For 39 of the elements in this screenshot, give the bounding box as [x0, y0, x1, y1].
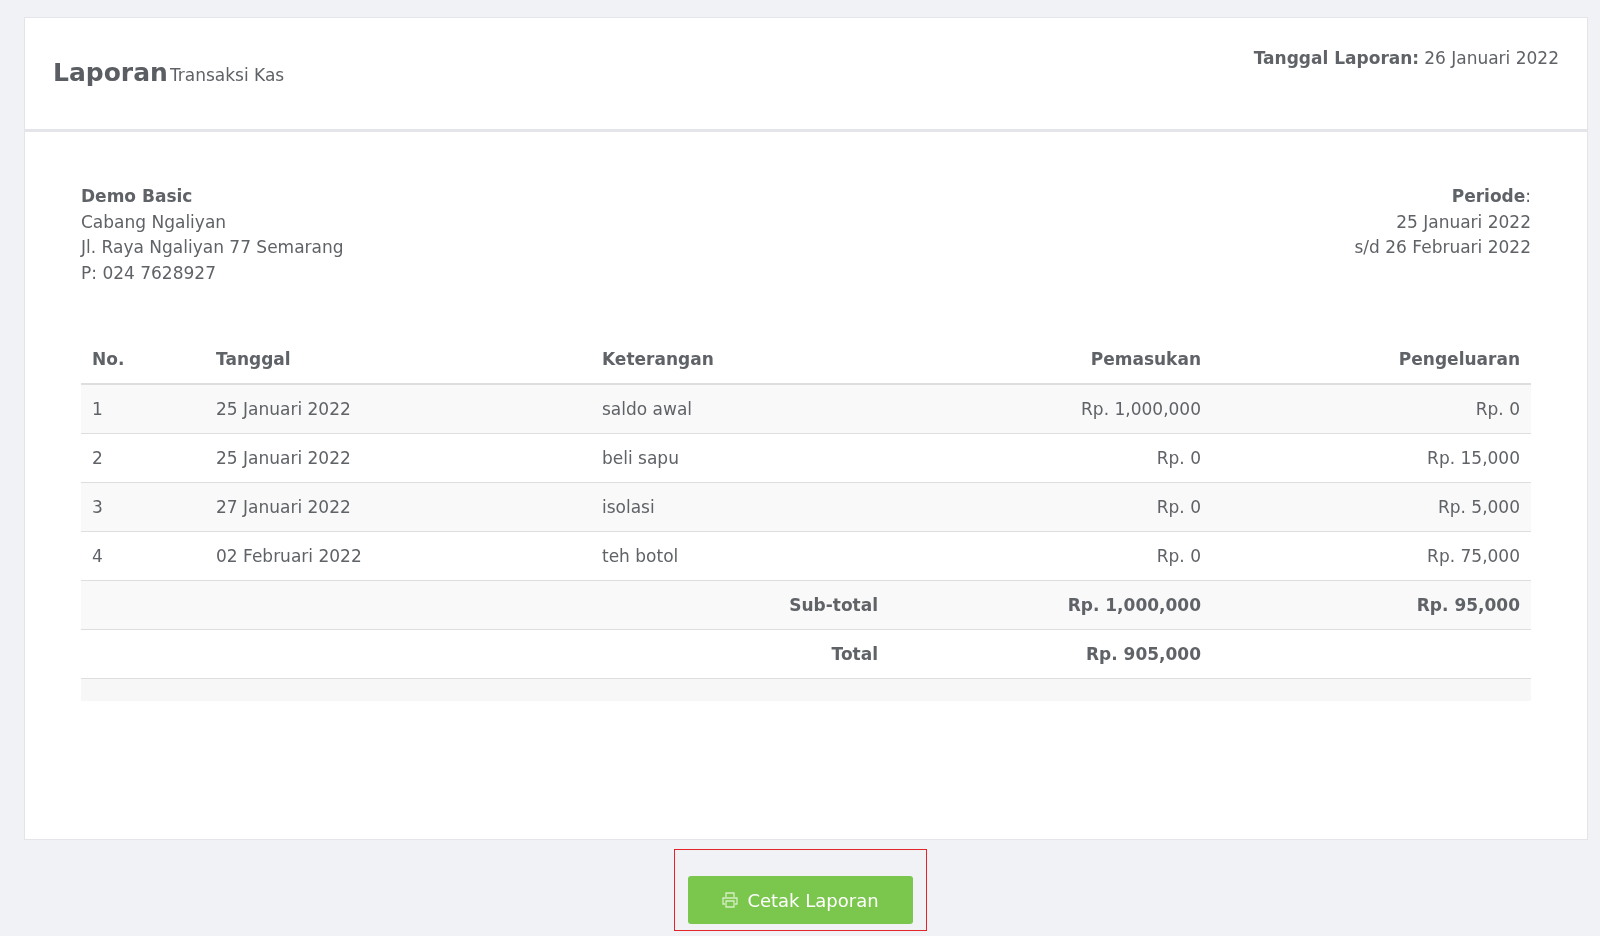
table-cell: Rp. 5,000 [1212, 482, 1531, 532]
subtotal-label: Sub-total [591, 580, 889, 630]
report-date: 26 Januari 2022 [1424, 48, 1559, 70]
table-cell: 3 [81, 482, 205, 532]
table-cell: Rp. 15,000 [1212, 433, 1531, 483]
table-cell: Rp. 0 [889, 482, 1212, 532]
printer-icon [721, 891, 740, 909]
page-title: Laporan [53, 58, 168, 87]
report-date-label: Tanggal Laporan: [1253, 48, 1420, 70]
company-info: Cabang Ngaliyan [81, 210, 228, 234]
table-cell: Rp. 75,000 [1212, 531, 1531, 581]
total-income: Rp. 905,000 [889, 629, 1212, 679]
table-cell: Rp. 0 [889, 433, 1212, 483]
table-cell: 25 Januari 2022 [205, 433, 591, 483]
table-cell: Rp. 0 [889, 531, 1212, 581]
print-button[interactable]: Cetak Laporan [687, 876, 913, 924]
table-cell: Rp. 0 [1212, 384, 1531, 434]
company-info: Jl. Raya Ngaliyan 77 Semarang [81, 236, 344, 259]
company-info: P: 024 7628927 [81, 261, 217, 285]
table-cell: 25 Januari 2022 [205, 384, 591, 434]
period-label: Periode [1451, 186, 1526, 206]
table-cell: beli sapu [591, 433, 889, 483]
total-label: Total [591, 629, 889, 679]
subtotal-expense: Rp. 95,000 [1212, 580, 1531, 630]
table-cell: 02 Februari 2022 [205, 531, 591, 581]
company-name: Demo Basic [81, 185, 194, 208]
period-date: 25 Januari 2022 [1395, 210, 1531, 234]
table-cell: 27 Januari 2022 [205, 482, 591, 532]
table-cell: 1 [81, 384, 205, 434]
table-cell: saldo awal [591, 384, 889, 434]
period-date: s/d 26 Februari 2022 [1354, 236, 1531, 259]
table-cell: 2 [81, 433, 205, 483]
table-cell: Rp. 1,000,000 [889, 384, 1212, 434]
period-colon: : [1525, 186, 1531, 206]
table-cell: isolasi [591, 482, 889, 532]
table-cell: 4 [81, 531, 205, 581]
table-cell: teh botol [591, 531, 889, 581]
subtotal-income: Rp. 1,000,000 [889, 580, 1212, 630]
page-subtitle: Transaksi Kas [169, 65, 285, 85]
